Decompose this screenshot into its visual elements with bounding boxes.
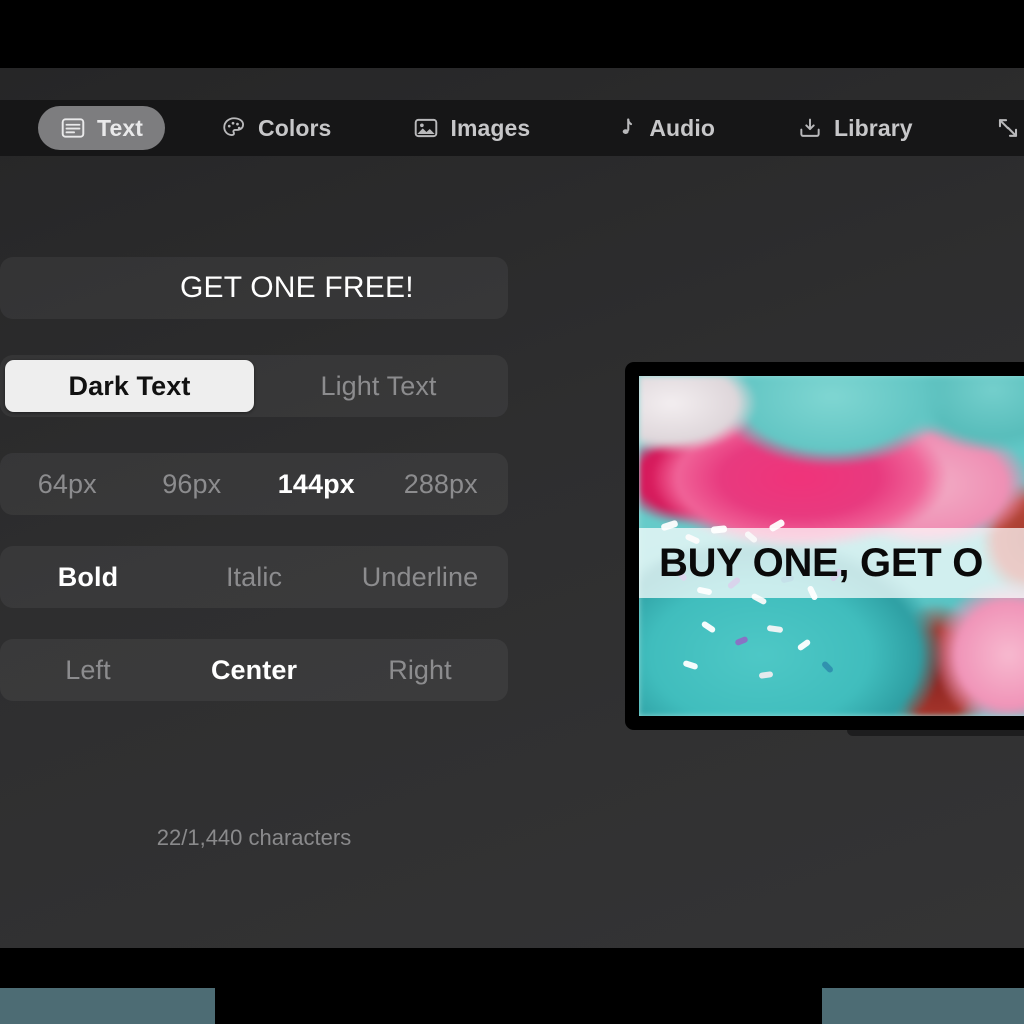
tab-colors[interactable]: Colors — [199, 106, 353, 150]
preview-headline-text: BUY ONE, GET O — [659, 540, 984, 585]
text-lines-icon — [61, 118, 85, 138]
segment-size-144[interactable]: 144px — [254, 458, 379, 510]
text-style-segmented-control: Dark Text Light Text — [0, 355, 508, 417]
segment-label: 96px — [162, 468, 222, 499]
segment-size-64[interactable]: 64px — [5, 458, 130, 510]
segment-label: Bold — [57, 561, 119, 592]
segment-label: 288px — [403, 468, 478, 499]
photo-icon — [415, 118, 438, 138]
font-weight-segmented-control: Bold Italic Underline — [0, 546, 508, 608]
headline-text-input[interactable]: GET ONE FREE! — [0, 257, 508, 319]
tab-label: Images — [450, 114, 531, 141]
segment-label: Italic — [225, 561, 283, 592]
segment-underline[interactable]: Underline — [337, 551, 503, 603]
text-align-segmented-control: Left Center Right — [0, 639, 508, 701]
segment-label: Dark Text — [68, 370, 191, 401]
tab-images[interactable]: Images — [391, 106, 552, 150]
character-counter: 22/1,440 characters — [156, 825, 352, 850]
expand-arrows-icon — [998, 119, 1017, 137]
accent-bar-left — [0, 988, 215, 1024]
tab-audio[interactable]: Audio — [590, 106, 737, 150]
segment-label: Center — [210, 654, 298, 685]
preview-photo: BUY ONE, GET O — [639, 376, 1024, 716]
music-note-icon — [623, 118, 633, 134]
headline-text-value: GET ONE FREE! — [180, 271, 414, 304]
tab-label: Text — [97, 114, 143, 141]
tab-text[interactable]: Text — [38, 106, 165, 150]
segment-bold[interactable]: Bold — [5, 551, 171, 603]
segment-dark-text[interactable]: Dark Text — [5, 360, 254, 412]
letterbox-top — [0, 0, 1024, 68]
preview-headline-banner: BUY ONE, GET O — [639, 528, 1024, 598]
mode-toolbar: Text Colors Images Audio Library — [0, 100, 1024, 156]
segment-label: Left — [65, 654, 111, 685]
palette-icon — [223, 117, 245, 136]
segment-align-right[interactable]: Right — [337, 644, 503, 696]
segment-size-288[interactable]: 288px — [379, 458, 504, 510]
segment-label: Light Text — [320, 370, 437, 401]
segment-italic[interactable]: Italic — [171, 551, 337, 603]
download-box-icon — [800, 118, 820, 137]
tab-label: Colors — [258, 114, 332, 141]
preview-card[interactable]: BUY ONE, GET O — [625, 362, 1024, 736]
editor-panel: Text Colors Images Audio Library GET ONE… — [0, 68, 1024, 948]
segment-align-left[interactable]: Left — [5, 644, 171, 696]
segment-label: Right — [388, 654, 452, 685]
segment-light-text[interactable]: Light Text — [254, 360, 503, 412]
segment-align-center[interactable]: Center — [171, 644, 337, 696]
screen-root: Text Colors Images Audio Library GET ONE… — [0, 0, 1024, 1024]
font-size-segmented-control: 64px 96px 144px 288px — [0, 453, 508, 515]
segment-label: 144px — [277, 468, 355, 499]
tab-label: Library — [833, 114, 913, 141]
segment-label: 64px — [37, 468, 97, 499]
segment-size-96[interactable]: 96px — [130, 458, 255, 510]
preview-frame: BUY ONE, GET O — [625, 362, 1024, 730]
accent-bar-right — [822, 988, 1024, 1024]
segment-label: Underline — [361, 561, 479, 592]
tab-full-view[interactable]: Full View — [973, 106, 1024, 150]
tab-library[interactable]: Library — [775, 106, 935, 150]
tab-label: Audio — [649, 114, 715, 141]
